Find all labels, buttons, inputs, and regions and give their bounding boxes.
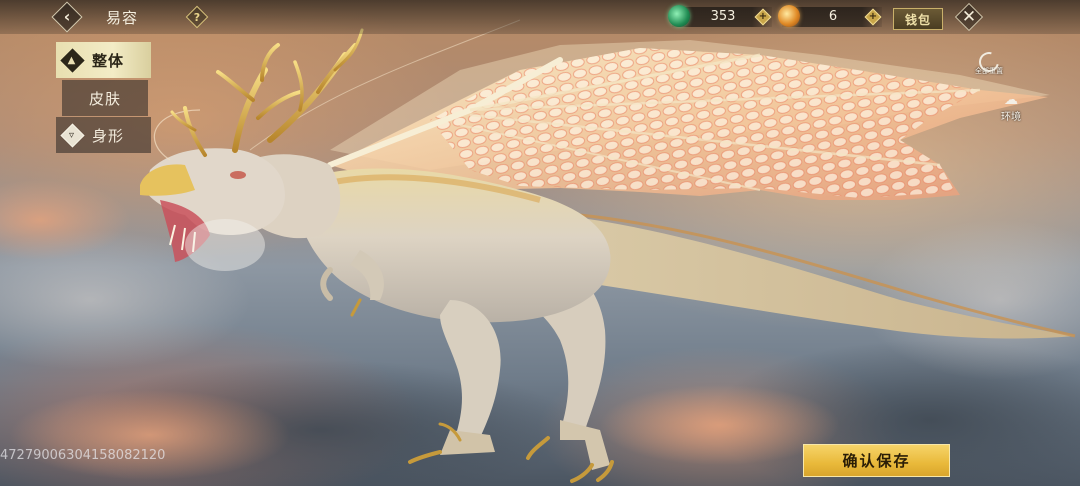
add-gold-button[interactable]: + xyxy=(864,8,882,26)
add-jade-button[interactable]: + xyxy=(754,8,772,26)
environment-label: 环境 xyxy=(1001,112,1021,123)
player-uid: 4727900630415808212​0 xyxy=(0,448,166,463)
tab-shape[interactable]: ▿ 身形 xyxy=(56,117,151,153)
tab-skin-label: 皮肤 xyxy=(88,89,121,108)
dragon-model[interactable] xyxy=(0,0,1080,486)
confirm-save-button[interactable]: 确认保存 xyxy=(803,444,950,477)
jade-currency: 353 + xyxy=(668,5,772,27)
gold-currency-icon xyxy=(778,5,800,27)
tab-whole-label: 整体 xyxy=(92,51,125,70)
gold-currency: 6 + xyxy=(778,5,882,27)
tab-whole[interactable]: ▲ 整体 xyxy=(56,42,151,78)
plus-icon: + xyxy=(868,11,878,22)
reset-all-button[interactable]: 全部重置 xyxy=(974,48,1004,82)
help-button[interactable]: ? xyxy=(185,5,209,29)
jade-currency-value: 353 xyxy=(710,9,736,24)
environment-button[interactable]: ☁ 环境 xyxy=(996,92,1026,128)
page-title: 易容 xyxy=(106,9,139,27)
back-button[interactable]: ‹ xyxy=(51,1,83,33)
wallet-button[interactable]: 钱包 xyxy=(893,8,943,30)
close-button[interactable]: ✕ xyxy=(954,2,984,32)
plus-icon: + xyxy=(758,11,768,22)
chevron-left-icon: ‹ xyxy=(63,7,71,26)
game-viewport[interactable]: ‹ 易容 ? 353 + 6 + 钱包 ✕ ▲ 整体 皮肤 ▿ 身形 全部重置 … xyxy=(0,0,1080,486)
environment-icon: ☁ xyxy=(1004,92,1018,108)
tab-shape-label: 身形 xyxy=(92,126,125,145)
question-icon: ? xyxy=(193,10,201,24)
tab-skin[interactable]: 皮肤 xyxy=(62,80,148,116)
gold-currency-value: 6 xyxy=(828,9,838,24)
whole-body-icon: ▲ xyxy=(59,47,85,73)
close-icon: ✕ xyxy=(961,6,977,27)
jade-currency-icon xyxy=(668,5,690,27)
body-shape-icon: ▿ xyxy=(59,122,85,148)
